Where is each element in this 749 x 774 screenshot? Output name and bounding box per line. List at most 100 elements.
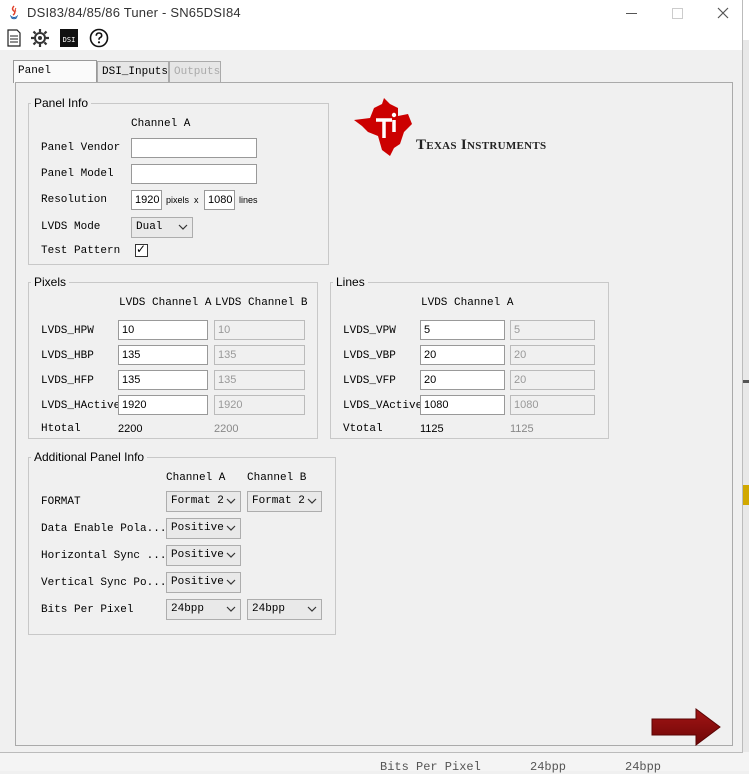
document-icon[interactable]	[4, 28, 24, 48]
next-arrow-icon[interactable]	[650, 707, 722, 747]
data-enable-polarity-label: Data Enable Pola...	[41, 523, 167, 535]
background-strip-right	[742, 40, 749, 771]
lines-row-label: LVDS_VActive	[343, 400, 423, 412]
lvds-vpw-a-input[interactable]: 5	[420, 320, 505, 340]
panel-info-channel-header: Channel A	[131, 118, 191, 130]
vtotal-label: Vtotal	[343, 423, 383, 435]
title-bar: DSI83/84/85/86 Tuner - SN65DSI84	[0, 0, 742, 26]
format-a-select[interactable]: Format 2	[166, 491, 241, 512]
lvds-vbp-b-input: 20	[510, 345, 595, 365]
lines-col-a-header: LVDS Channel A	[421, 297, 514, 309]
bg-text-3: 24bpp	[625, 760, 662, 774]
chevron-down-icon	[307, 498, 317, 504]
vertical-sync-select[interactable]: Positive	[166, 572, 241, 593]
data-enable-polarity-value: Positive	[171, 522, 224, 534]
chevron-down-icon	[307, 606, 317, 612]
lvds-hactive-b-input: 1920	[214, 395, 305, 415]
format-a-value: Format 2	[171, 495, 224, 507]
vtotal-b-value: 1125	[510, 423, 534, 435]
htotal-b-value: 2200	[214, 423, 239, 435]
vertical-sync-label: Vertical Sync Po...	[41, 577, 167, 589]
bpp-a-value: 24bpp	[171, 603, 205, 615]
test-pattern-checkbox[interactable]: ✓	[135, 242, 148, 257]
lvds-mode-select[interactable]: Dual	[131, 217, 193, 238]
lines-title: Lines	[333, 275, 368, 289]
panel-vendor-input[interactable]	[131, 138, 257, 158]
bpp-b-select[interactable]: 24bpp	[247, 599, 322, 620]
dsi-icon[interactable]: DSI	[59, 28, 79, 48]
ti-logo-text: Texas Instruments	[416, 137, 547, 153]
lvds-vbp-a-input[interactable]: 20	[420, 345, 505, 365]
pixels-col-a-header: LVDS Channel A	[119, 297, 212, 309]
resolution-height-input[interactable]: 1080	[204, 190, 235, 210]
pixels-row-label: LVDS_HFP	[41, 375, 94, 387]
lvds-hfp-b-input: 135	[214, 370, 305, 390]
gear-icon[interactable]	[30, 28, 50, 48]
horizontal-sync-value: Positive	[171, 549, 224, 561]
window-title: DSI83/84/85/86 Tuner - SN65DSI84	[27, 5, 241, 20]
pixels-unit-label: pixels	[166, 195, 190, 205]
chevron-down-icon	[178, 224, 188, 230]
lvds-vactive-b-input: 1080	[510, 395, 595, 415]
panel-info-title: Panel Info	[31, 96, 92, 110]
panel-vendor-label: Panel Vendor	[41, 142, 121, 154]
maximize-button[interactable]	[667, 4, 687, 22]
lvds-hbp-a-input[interactable]: 135	[118, 345, 208, 365]
horizontal-sync-select[interactable]: Positive	[166, 545, 241, 566]
panel-model-label: Panel Model	[41, 168, 114, 180]
checkmark-icon: ✓	[136, 242, 147, 256]
tuner-window: DSI83/84/85/86 Tuner - SN65DSI84 DSI Pan…	[0, 0, 743, 753]
vtotal-a-value: 1125	[420, 423, 444, 435]
java-icon	[10, 5, 18, 20]
bg-text-2: 24bpp	[530, 760, 567, 774]
lvds-hbp-b-input: 135	[214, 345, 305, 365]
close-button[interactable]	[713, 4, 733, 22]
chevron-down-icon	[226, 525, 236, 531]
format-b-value: Format 2	[252, 495, 305, 507]
format-label: FORMAT	[41, 496, 81, 508]
test-pattern-label: Test Pattern	[41, 245, 121, 257]
lvds-hpw-b-input: 10	[214, 320, 305, 340]
format-b-select[interactable]: Format 2	[247, 491, 322, 512]
panel-model-input[interactable]	[131, 164, 257, 184]
bits-per-pixel-label: Bits Per Pixel	[41, 604, 134, 616]
toolbar	[0, 26, 742, 50]
horizontal-sync-label: Horizontal Sync ...	[41, 550, 167, 562]
lines-row-label: LVDS_VBP	[343, 350, 396, 362]
pixels-title: Pixels	[31, 275, 70, 289]
lvds-vfp-a-input[interactable]: 20	[420, 370, 505, 390]
lvds-vactive-a-input[interactable]: 1080	[420, 395, 505, 415]
minimize-button[interactable]	[622, 4, 642, 22]
lvds-hactive-a-input[interactable]: 1920	[118, 395, 208, 415]
chevron-down-icon	[226, 606, 236, 612]
bpp-a-select[interactable]: 24bpp	[166, 599, 241, 620]
lvds-mode-value: Dual	[136, 221, 163, 233]
chevron-down-icon	[226, 552, 236, 558]
pixels-row-label: LVDS_HActive	[41, 400, 121, 412]
vertical-sync-value: Positive	[171, 576, 224, 588]
bpp-b-value: 24bpp	[252, 603, 286, 615]
lvds-hfp-a-input[interactable]: 135	[118, 370, 208, 390]
lvds-vpw-b-input: 5	[510, 320, 595, 340]
lvds-mode-label: LVDS Mode	[41, 221, 101, 233]
ti-logo-icon	[354, 98, 412, 156]
resolution-label: Resolution	[41, 194, 108, 206]
additional-col-a-header: Channel A	[166, 472, 226, 484]
pixels-col-b-header: LVDS Channel B	[215, 297, 308, 309]
pixels-row-label: LVDS_HBP	[41, 350, 94, 362]
resolution-width-input[interactable]: 1920	[131, 190, 162, 210]
data-enable-polarity-select[interactable]: Positive	[166, 518, 241, 539]
pixels-row-label: LVDS_HPW	[41, 325, 94, 337]
background-bottom: Bits Per Pixel 24bpp 24bpp	[0, 752, 749, 774]
bg-text-1: Bits Per Pixel	[380, 760, 481, 774]
htotal-label: Htotal	[41, 423, 81, 435]
lvds-hpw-a-input[interactable]: 10	[118, 320, 208, 340]
additional-title: Additional Panel Info	[31, 450, 148, 464]
help-icon[interactable]	[89, 28, 109, 48]
dsi-icon-label: DSI	[60, 29, 78, 47]
tab-dsi-inputs[interactable]: DSI_Inputs	[97, 61, 169, 82]
tab-panel-inputs[interactable]: Panel Inputs	[13, 60, 97, 97]
resolution-times-label: x	[194, 195, 199, 205]
lines-row-label: LVDS_VFP	[343, 375, 396, 387]
chevron-down-icon	[226, 579, 236, 585]
